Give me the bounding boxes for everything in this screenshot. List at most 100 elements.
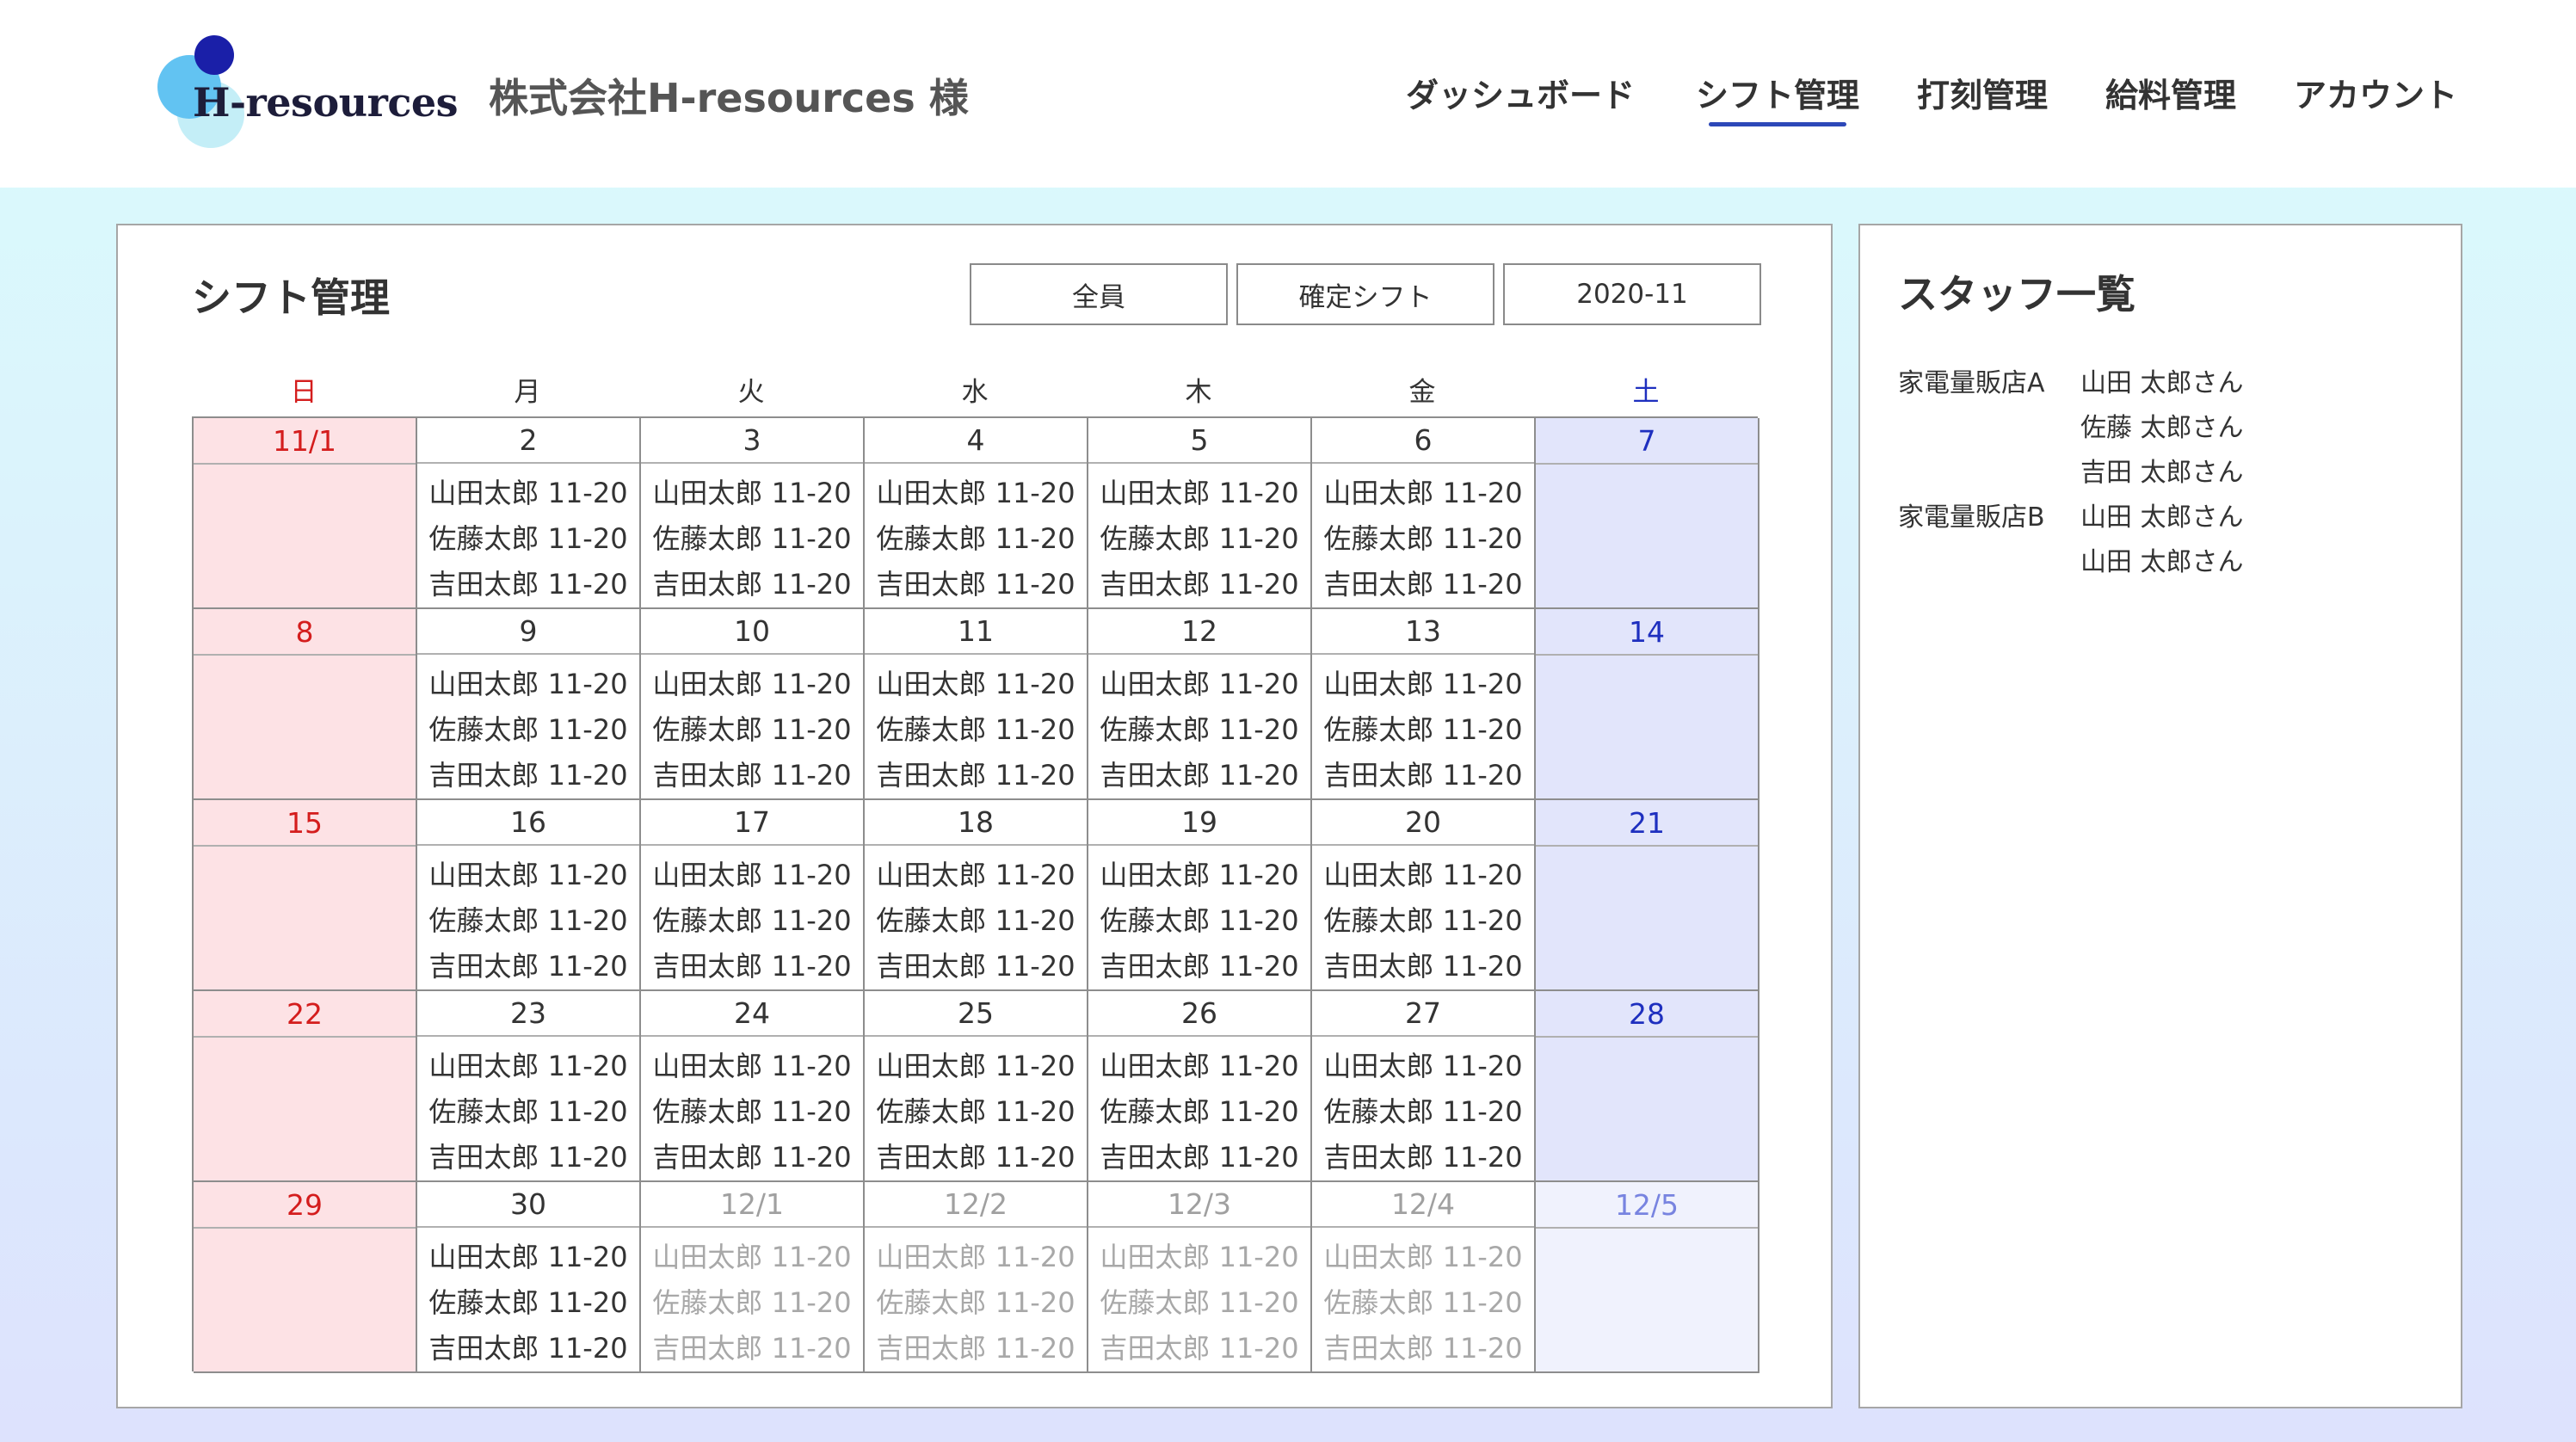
shift-entry[interactable]: 吉田太郎 11-20 [641,944,863,989]
calendar-day-cell[interactable]: 4 山田太郎 11-20 佐藤太郎 11-20 吉田太郎 11-20 [865,418,1088,609]
shift-entry[interactable]: 佐藤太郎 11-20 [641,898,863,944]
calendar-day-cell[interactable]: 12/5 [1536,1182,1759,1373]
shift-entry[interactable]: 吉田太郎 11-20 [865,562,1087,607]
shift-entry[interactable]: 山田太郎 11-20 [417,662,639,707]
nav-item-payroll[interactable]: 給料管理 [2105,69,2236,116]
shift-entry[interactable]: 佐藤太郎 11-20 [641,516,863,562]
shift-entry[interactable]: 佐藤太郎 11-20 [865,1280,1087,1326]
shift-entry[interactable]: 山田太郎 11-20 [417,1235,639,1280]
shift-entry[interactable]: 山田太郎 11-20 [641,1044,863,1089]
staff-member[interactable]: 山田 太郎さん [2080,496,2244,540]
shift-entry[interactable]: 佐藤太郎 11-20 [1088,898,1310,944]
shift-entry[interactable]: 吉田太郎 11-20 [641,562,863,607]
calendar-day-cell[interactable]: 12/1 山田太郎 11-20 佐藤太郎 11-20 吉田太郎 11-20 [641,1182,865,1373]
calendar-day-cell[interactable]: 12/4 山田太郎 11-20 佐藤太郎 11-20 吉田太郎 11-20 [1312,1182,1536,1373]
shift-entry[interactable]: 佐藤太郎 11-20 [417,707,639,753]
calendar-day-cell[interactable]: 21 [1536,800,1759,991]
shift-entry[interactable]: 山田太郎 11-20 [865,1044,1087,1089]
nav-item-shift[interactable]: シフト管理 [1696,69,1859,126]
calendar-day-cell[interactable]: 18 山田太郎 11-20 佐藤太郎 11-20 吉田太郎 11-20 [865,800,1088,991]
shift-entry[interactable]: 佐藤太郎 11-20 [641,1280,863,1326]
shift-entry[interactable]: 佐藤太郎 11-20 [865,707,1087,753]
calendar-day-cell[interactable]: 10 山田太郎 11-20 佐藤太郎 11-20 吉田太郎 11-20 [641,609,865,800]
shift-entry[interactable]: 吉田太郎 11-20 [641,1135,863,1180]
calendar-day-cell[interactable]: 30 山田太郎 11-20 佐藤太郎 11-20 吉田太郎 11-20 [417,1182,641,1373]
shift-entry[interactable]: 佐藤太郎 11-20 [1088,516,1310,562]
shift-entry[interactable]: 山田太郎 11-20 [865,471,1087,516]
shift-entry[interactable]: 佐藤太郎 11-20 [1312,1280,1534,1326]
shift-entry[interactable]: 佐藤太郎 11-20 [417,898,639,944]
shift-entry[interactable]: 山田太郎 11-20 [1088,853,1310,898]
shift-entry[interactable]: 山田太郎 11-20 [1088,662,1310,707]
shift-entry[interactable]: 山田太郎 11-20 [1312,1235,1534,1280]
shift-entry[interactable]: 山田太郎 11-20 [641,1235,863,1280]
shift-type-select[interactable]: 確定シフト [1236,263,1494,325]
shift-entry[interactable]: 佐藤太郎 11-20 [865,898,1087,944]
calendar-day-cell[interactable]: 15 [194,800,417,991]
calendar-day-cell[interactable]: 29 [194,1182,417,1373]
shift-entry[interactable]: 吉田太郎 11-20 [417,562,639,607]
staff-member[interactable]: 山田 太郎さん [2080,361,2244,406]
calendar-day-cell[interactable]: 17 山田太郎 11-20 佐藤太郎 11-20 吉田太郎 11-20 [641,800,865,991]
shift-entry[interactable]: 吉田太郎 11-20 [1312,1135,1534,1180]
staff-member[interactable]: 佐藤 太郎さん [2080,406,2244,451]
calendar-day-cell[interactable]: 2 山田太郎 11-20 佐藤太郎 11-20 吉田太郎 11-20 [417,418,641,609]
calendar-day-cell[interactable]: 11/1 [194,418,417,609]
shift-entry[interactable]: 吉田太郎 11-20 [641,1326,863,1371]
shift-entry[interactable]: 山田太郎 11-20 [865,853,1087,898]
shift-entry[interactable]: 吉田太郎 11-20 [865,1135,1087,1180]
shift-entry[interactable]: 山田太郎 11-20 [1312,853,1534,898]
calendar-day-cell[interactable]: 23 山田太郎 11-20 佐藤太郎 11-20 吉田太郎 11-20 [417,991,641,1182]
calendar-day-cell[interactable]: 7 [1536,418,1759,609]
calendar-day-cell[interactable]: 12 山田太郎 11-20 佐藤太郎 11-20 吉田太郎 11-20 [1088,609,1312,800]
calendar-day-cell[interactable]: 25 山田太郎 11-20 佐藤太郎 11-20 吉田太郎 11-20 [865,991,1088,1182]
shift-entry[interactable]: 吉田太郎 11-20 [1088,1135,1310,1180]
shift-entry[interactable]: 吉田太郎 11-20 [1088,944,1310,989]
shift-entry[interactable]: 山田太郎 11-20 [1312,662,1534,707]
calendar-day-cell[interactable]: 16 山田太郎 11-20 佐藤太郎 11-20 吉田太郎 11-20 [417,800,641,991]
shift-entry[interactable]: 吉田太郎 11-20 [1088,562,1310,607]
calendar-day-cell[interactable]: 19 山田太郎 11-20 佐藤太郎 11-20 吉田太郎 11-20 [1088,800,1312,991]
nav-item-timecard[interactable]: 打刻管理 [1917,69,2048,116]
shift-entry[interactable]: 吉田太郎 11-20 [641,753,863,798]
shift-entry[interactable]: 山田太郎 11-20 [865,662,1087,707]
shift-entry[interactable]: 佐藤太郎 11-20 [865,1089,1087,1135]
shift-entry[interactable]: 吉田太郎 11-20 [417,944,639,989]
calendar-day-cell[interactable]: 3 山田太郎 11-20 佐藤太郎 11-20 吉田太郎 11-20 [641,418,865,609]
shift-entry[interactable]: 吉田太郎 11-20 [417,1135,639,1180]
calendar-day-cell[interactable]: 13 山田太郎 11-20 佐藤太郎 11-20 吉田太郎 11-20 [1312,609,1536,800]
shift-entry[interactable]: 山田太郎 11-20 [865,1235,1087,1280]
shift-entry[interactable]: 吉田太郎 11-20 [865,1326,1087,1371]
staff-member[interactable]: 山田 太郎さん [2080,540,2244,585]
nav-item-dashboard[interactable]: ダッシュボード [1406,69,1635,116]
shift-entry[interactable]: 吉田太郎 11-20 [417,753,639,798]
calendar-day-cell[interactable]: 24 山田太郎 11-20 佐藤太郎 11-20 吉田太郎 11-20 [641,991,865,1182]
staff-member[interactable]: 吉田 太郎さん [2080,451,2244,496]
shift-entry[interactable]: 山田太郎 11-20 [641,662,863,707]
shift-entry[interactable]: 山田太郎 11-20 [1088,471,1310,516]
shift-entry[interactable]: 山田太郎 11-20 [1088,1044,1310,1089]
shift-entry[interactable]: 山田太郎 11-20 [417,1044,639,1089]
calendar-day-cell[interactable]: 14 [1536,609,1759,800]
calendar-day-cell[interactable]: 22 [194,991,417,1182]
shift-entry[interactable]: 佐藤太郎 11-20 [1312,1089,1534,1135]
nav-item-account[interactable]: アカウント [2294,69,2457,116]
shift-entry[interactable]: 佐藤太郎 11-20 [417,1280,639,1326]
shift-entry[interactable]: 佐藤太郎 11-20 [1312,516,1534,562]
shift-entry[interactable]: 山田太郎 11-20 [1312,471,1534,516]
shift-entry[interactable]: 吉田太郎 11-20 [1312,562,1534,607]
calendar-day-cell[interactable]: 9 山田太郎 11-20 佐藤太郎 11-20 吉田太郎 11-20 [417,609,641,800]
shift-entry[interactable]: 佐藤太郎 11-20 [1088,1280,1310,1326]
shift-entry[interactable]: 吉田太郎 11-20 [865,753,1087,798]
shift-entry[interactable]: 佐藤太郎 11-20 [417,1089,639,1135]
shift-entry[interactable]: 佐藤太郎 11-20 [1312,898,1534,944]
calendar-day-cell[interactable]: 12/2 山田太郎 11-20 佐藤太郎 11-20 吉田太郎 11-20 [865,1182,1088,1373]
staff-filter-select[interactable]: 全員 [970,263,1228,325]
calendar-day-cell[interactable]: 11 山田太郎 11-20 佐藤太郎 11-20 吉田太郎 11-20 [865,609,1088,800]
shift-entry[interactable]: 佐藤太郎 11-20 [641,1089,863,1135]
shift-entry[interactable]: 佐藤太郎 11-20 [417,516,639,562]
calendar-day-cell[interactable]: 12/3 山田太郎 11-20 佐藤太郎 11-20 吉田太郎 11-20 [1088,1182,1312,1373]
shift-entry[interactable]: 佐藤太郎 11-20 [1088,707,1310,753]
shift-entry[interactable]: 佐藤太郎 11-20 [865,516,1087,562]
calendar-day-cell[interactable]: 8 [194,609,417,800]
